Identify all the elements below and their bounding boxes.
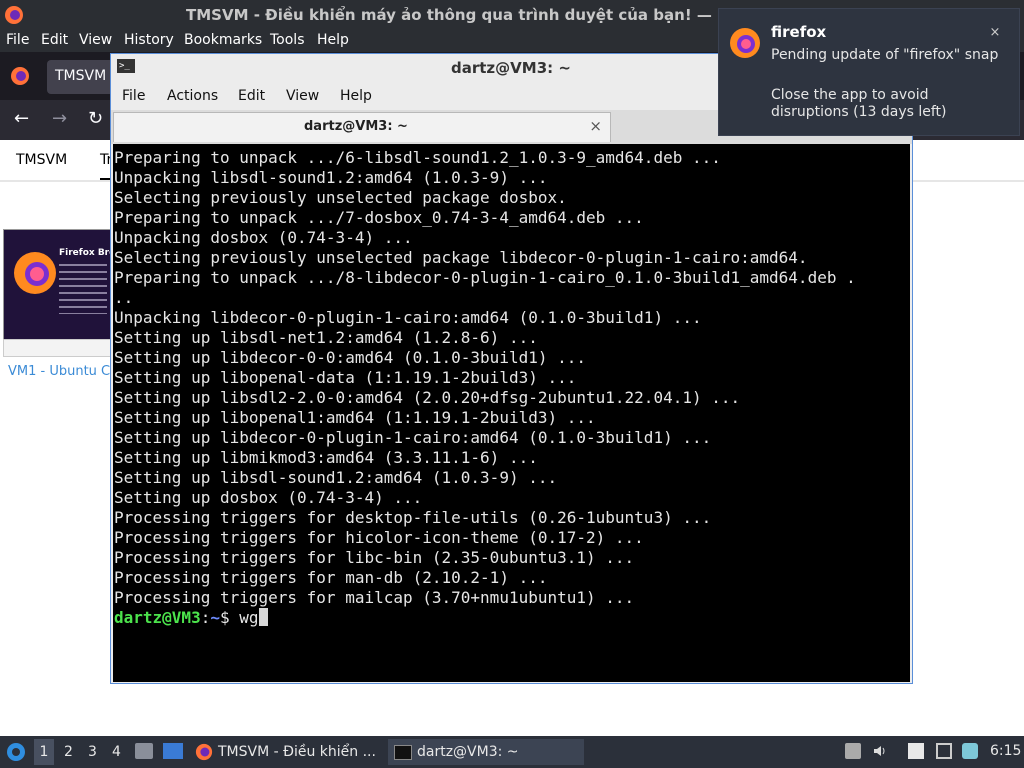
taskbar: 1 2 3 4 TMSVM - Điều khiển ... dartz@VM3…	[0, 736, 1024, 768]
notification-body: Close the app to avoid disruptions (13 d…	[771, 87, 947, 120]
firefox-view-icon[interactable]	[10, 66, 30, 86]
notification-app-name: firefox	[771, 23, 827, 41]
term-menu-actions[interactable]: Actions	[167, 88, 218, 104]
terminal-icon	[394, 745, 412, 760]
thumbnail-text-lines	[59, 264, 107, 314]
volume-icon[interactable]	[872, 743, 888, 759]
menu-bookmarks[interactable]: Bookmarks	[184, 32, 262, 48]
file-manager-icon[interactable]	[135, 743, 153, 759]
clock[interactable]: 6:15	[990, 743, 1021, 759]
terminal-line: Unpacking libsdl-sound1.2:amd64 (1.0.3-9…	[114, 168, 548, 187]
workspace-1[interactable]: 1	[34, 739, 54, 765]
term-menu-edit[interactable]: Edit	[238, 88, 265, 104]
terminal-tab[interactable]: dartz@VM3: ~ ×	[113, 112, 611, 142]
terminal-line: Unpacking libdecor-0-plugin-1-cairo:amd6…	[114, 308, 702, 327]
notification-popup[interactable]: firefox Pending update of "firefox" snap…	[718, 8, 1020, 136]
terminal-line: Selecting previously unselected package …	[114, 188, 567, 207]
close-icon[interactable]: ×	[589, 117, 602, 135]
terminal-line: Setting up dosbox (0.74-3-4) ...	[114, 488, 423, 507]
workspace-2[interactable]: 2	[64, 744, 73, 760]
taskbar-terminal-label: dartz@VM3: ~	[417, 744, 519, 760]
start-menu-icon[interactable]	[6, 742, 26, 762]
show-desktop-icon[interactable]	[163, 743, 183, 759]
taskbar-terminal[interactable]: dartz@VM3: ~	[388, 739, 584, 765]
network-icon[interactable]	[936, 743, 952, 759]
terminal-line: Processing triggers for man-db (2.10.2-1…	[114, 568, 548, 587]
terminal-line: Setting up libopenal-data (1:1.19.1-2bui…	[114, 368, 577, 387]
firefox-icon	[730, 28, 760, 58]
terminal-line: Processing triggers for desktop-file-uti…	[114, 508, 712, 527]
typed-command: wg	[239, 608, 259, 627]
notification-close-icon[interactable]: ×	[985, 23, 1005, 43]
terminal-line: Processing triggers for mailcap (3.70+nm…	[114, 588, 635, 607]
terminal-icon: >_	[117, 59, 135, 73]
firefox-window-title: TMSVM - Điều khiển máy ảo thông qua trìn…	[186, 6, 733, 24]
menu-history[interactable]: History	[124, 32, 174, 48]
terminal-line: Setting up libsdl-sound1.2:amd64 (1.0.3-…	[114, 468, 558, 487]
terminal-prompt[interactable]: dartz@VM3:~$ wg	[114, 608, 268, 628]
firefox-logo-icon	[14, 252, 56, 294]
terminal-line: Setting up libdecor-0-0:amd64 (0.1.0-3bu…	[114, 348, 587, 367]
terminal-window[interactable]: >_ dartz@VM3: ~ File Actions Edit View H…	[110, 53, 913, 684]
terminal-cursor	[258, 608, 268, 626]
terminal-tab-title: dartz@VM3: ~	[304, 119, 408, 134]
terminal-line: Unpacking dosbox (0.74-3-4) ...	[114, 228, 413, 247]
prompt-path: ~	[210, 608, 220, 627]
terminal-line: Preparing to unpack .../7-dosbox_0.74-3-…	[114, 208, 644, 227]
firefox-tab-tmsvm[interactable]: TMSVM	[47, 60, 117, 94]
reload-icon[interactable]: ↻	[88, 108, 103, 129]
terminal-line: ..	[114, 288, 134, 307]
menu-view[interactable]: View	[79, 32, 112, 48]
screen-icon[interactable]	[962, 743, 978, 759]
update-icon[interactable]	[845, 743, 861, 759]
prompt-separator: :	[200, 608, 211, 627]
terminal-window-title: dartz@VM3: ~	[451, 59, 571, 77]
term-menu-help[interactable]: Help	[340, 88, 372, 104]
tab-title: TMSVM	[55, 68, 107, 84]
vm-thumbnail[interactable]: Firefox Brows	[3, 229, 115, 341]
thumbnail-footer	[3, 339, 115, 357]
firefox-icon	[5, 6, 23, 24]
menu-file[interactable]: File	[6, 32, 29, 48]
terminal-line: Setting up libopenal1:amd64 (1:1.19.1-2b…	[114, 408, 596, 427]
vm1-link[interactable]: VM1 - Ubuntu Co	[8, 364, 118, 379]
taskbar-firefox[interactable]: TMSVM - Điều khiển ...	[192, 739, 378, 765]
notification-summary: Pending update of "firefox" snap	[771, 47, 999, 63]
thumbnail-caption: Firefox Brows	[59, 248, 114, 258]
workspace-3[interactable]: 3	[88, 744, 97, 760]
terminal-line: Processing triggers for hicolor-icon-the…	[114, 528, 644, 547]
clipboard-icon[interactable]	[908, 743, 924, 759]
menu-tools[interactable]: Tools	[270, 32, 305, 48]
menu-edit[interactable]: Edit	[41, 32, 68, 48]
terminal-line: Setting up libsdl2-2.0-0:amd64 (2.0.20+d…	[114, 388, 741, 407]
terminal-line: Preparing to unpack .../8-libdecor-0-plu…	[114, 268, 856, 287]
back-icon[interactable]: ←	[14, 108, 29, 129]
terminal-line: Processing triggers for libc-bin (2.35-0…	[114, 548, 635, 567]
term-menu-file[interactable]: File	[122, 88, 145, 104]
menu-help[interactable]: Help	[317, 32, 349, 48]
workspace-4[interactable]: 4	[112, 744, 121, 760]
prompt-symbol: $	[219, 608, 240, 627]
terminal-line: Setting up libmikmod3:amd64 (3.3.11.1-6)…	[114, 448, 538, 467]
terminal-line: Setting up libdecor-0-plugin-1-cairo:amd…	[114, 428, 712, 447]
terminal-lines: Preparing to unpack .../6-libsdl-sound1.…	[114, 148, 856, 608]
terminal-line: Setting up libsdl-net1.2:amd64 (1.2.8-6)…	[114, 328, 538, 347]
terminal-output[interactable]: Preparing to unpack .../6-libsdl-sound1.…	[113, 144, 910, 682]
terminal-line: Selecting previously unselected package …	[114, 248, 808, 267]
prompt-user: dartz@VM3	[114, 608, 201, 627]
terminal-line: Preparing to unpack .../6-libsdl-sound1.…	[114, 148, 721, 167]
term-menu-view[interactable]: View	[286, 88, 319, 104]
site-nav-tmsvm[interactable]: TMSVM	[16, 152, 67, 168]
forward-icon[interactable]: →	[52, 108, 67, 129]
taskbar-firefox-label: TMSVM - Điều khiển ...	[218, 744, 376, 760]
firefox-icon	[195, 743, 213, 761]
